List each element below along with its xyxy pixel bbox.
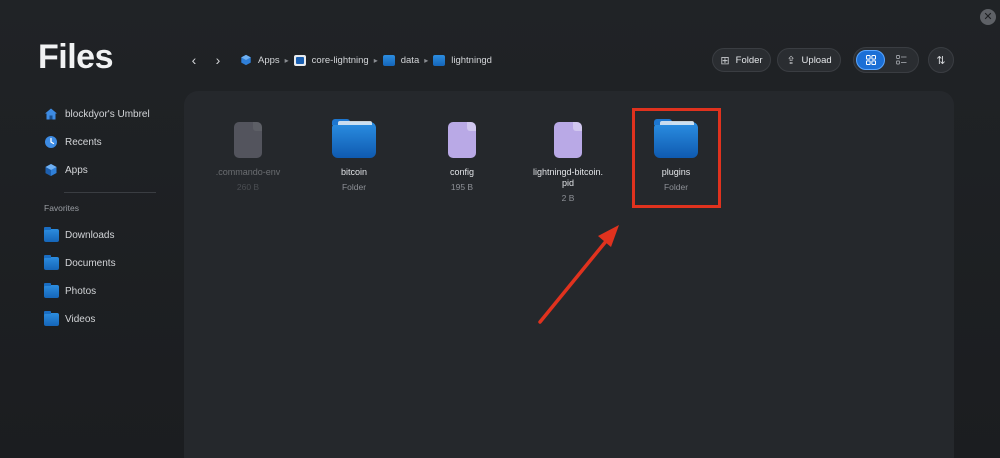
files-window: ✕ Files blockdyor's Umbrel Recents Apps (0, 0, 1000, 458)
annotation-arrow (538, 225, 619, 324)
